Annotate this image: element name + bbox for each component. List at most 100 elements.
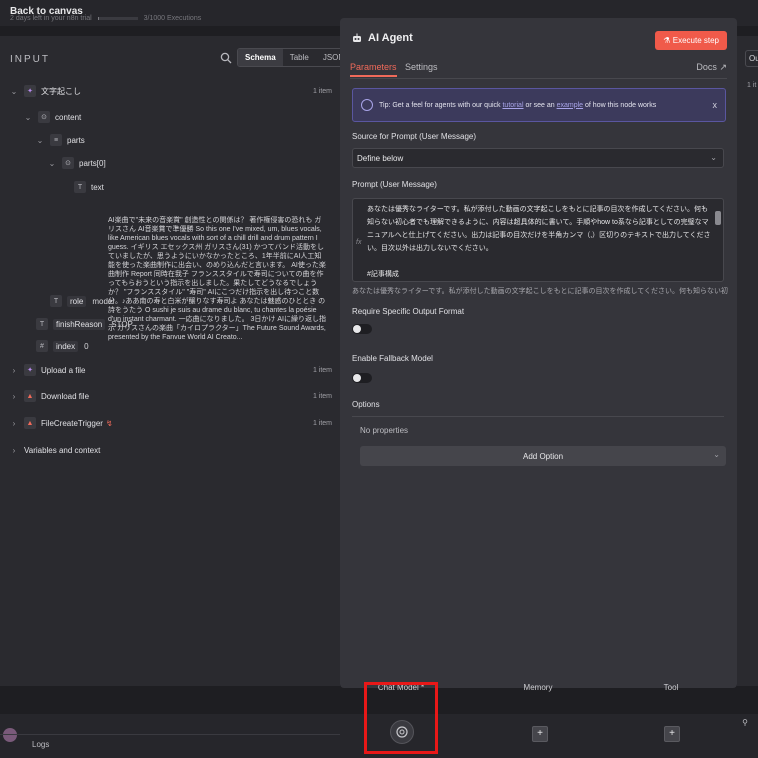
example-link[interactable]: example — [557, 102, 583, 109]
node-title-text: AI Agent — [368, 32, 413, 44]
field-label: index — [53, 340, 79, 352]
add-memory-button[interactable]: + — [532, 726, 548, 742]
chevron-down-icon[interactable]: ⌄ — [36, 136, 44, 145]
string-type-icon: T — [74, 181, 86, 193]
tree-node-file-create-trigger[interactable]: › ▲ FileCreateTrigger ↯ 1 item — [10, 416, 340, 430]
chevron-down-icon[interactable]: ⌄ — [48, 159, 56, 168]
node-tabs: Parameters Settings Docs ↗ — [350, 62, 727, 79]
search-icon[interactable] — [220, 52, 232, 64]
node-icon: ✦ — [24, 364, 36, 376]
scrollbar-thumb[interactable] — [715, 211, 721, 225]
array-icon: ≡ — [50, 134, 62, 146]
executions-text: 3/1000 Executions — [143, 15, 202, 22]
robot-icon — [353, 33, 361, 42]
prompt-label: Prompt (User Message) — [352, 180, 437, 189]
options-label: Options — [352, 400, 380, 409]
tree-field-index[interactable]: # index 0 — [36, 339, 89, 353]
node-settings-panel: AI Agent ⚗ Execute step Parameters Setti… — [340, 18, 737, 688]
add-option-label: Add Option — [522, 451, 564, 461]
chat-model-highlight-box — [364, 682, 438, 754]
add-option-button[interactable]: Add Option ⌄ — [360, 446, 726, 466]
tree-field-parts-0[interactable]: ⌄ ⊙ parts[0] — [48, 156, 106, 170]
object-icon: ⊙ — [62, 157, 74, 169]
input-panel-title: INPUT — [10, 54, 50, 65]
tab-schema[interactable]: Schema — [238, 49, 283, 66]
tip-middle: or see an — [525, 101, 555, 109]
docs-label: Docs — [696, 62, 717, 72]
info-icon — [361, 99, 373, 111]
expression-fx-icon[interactable]: fx — [356, 239, 361, 246]
string-type-icon: T — [36, 318, 48, 330]
options-divider — [352, 416, 724, 417]
memory-connector-label: Memory — [523, 683, 553, 692]
output-button[interactable]: Ou — [745, 50, 758, 67]
require-format-toggle[interactable] — [352, 324, 372, 334]
source-prompt-label: Source for Prompt (User Message) — [352, 132, 477, 141]
tip-text: Tip: Get a feel for agents with our quic… — [379, 102, 656, 109]
tree-field-finish-reason[interactable]: T finishReason STOP — [36, 317, 133, 331]
tree-field-content[interactable]: ⌄ ⊙ content — [24, 110, 81, 124]
tree-node-transcription[interactable]: ⌄ ✦ 文字起こし 1 item — [10, 84, 340, 98]
node-icon: ✦ — [24, 85, 36, 97]
tip-prefix: Tip: Get a feel for agents with our quic… — [379, 101, 501, 109]
fallback-model-toggle[interactable] — [352, 373, 372, 383]
close-icon[interactable]: x — [713, 100, 718, 110]
docs-link[interactable]: Docs ↗ — [696, 62, 727, 73]
tree-node-label: Variables and context — [24, 445, 101, 455]
fallback-model-label: Enable Fallback Model — [352, 354, 433, 363]
output-item-count: 1 it — [747, 82, 757, 89]
chevron-right-icon[interactable]: › — [10, 446, 18, 455]
source-prompt-value: Define below — [357, 153, 404, 163]
avatar[interactable] — [3, 728, 17, 742]
pin-icon[interactable]: ⚲ — [742, 718, 748, 727]
tree-field-text[interactable]: T text — [74, 180, 104, 194]
chevron-down-icon[interactable]: ⌄ — [24, 113, 32, 122]
chevron-right-icon[interactable]: › — [10, 419, 18, 428]
chevron-down-icon: ⌄ — [713, 450, 720, 459]
add-tool-button[interactable]: + — [664, 726, 680, 742]
tree-node-download-file[interactable]: › ▲ Download file 1 item — [10, 389, 340, 403]
string-type-icon: T — [50, 295, 62, 307]
logs-toggle[interactable]: Logs — [32, 740, 49, 749]
executions-progress-bar — [97, 16, 138, 20]
chevron-right-icon[interactable]: › — [10, 366, 18, 375]
prompt-textarea[interactable]: fx あなたは優秀なライターです。私が添付した動画の文字起こしをもとに記事の目次… — [352, 198, 724, 282]
number-type-icon: # — [36, 340, 48, 352]
node-icon: ▲ — [24, 417, 36, 429]
trial-info: 2 days left in your n8n trial 3/1000 Exe… — [10, 15, 201, 22]
no-properties-text: No properties — [360, 426, 409, 435]
field-label: role — [67, 295, 87, 307]
node-icon: ▲ — [24, 390, 36, 402]
source-prompt-select[interactable]: Define below ⌄ — [352, 148, 724, 168]
object-icon: ⊙ — [38, 111, 50, 123]
tab-table[interactable]: Table — [283, 49, 316, 66]
field-value: model — [92, 296, 115, 306]
output-panel-edge: Ou 1 it — [737, 36, 758, 686]
tab-parameters[interactable]: Parameters — [350, 62, 397, 77]
item-count: 1 item — [312, 392, 332, 400]
prompt-scrollbar[interactable] — [715, 203, 721, 267]
item-count: 1 item — [312, 87, 332, 95]
flask-icon: ⚗ — [663, 36, 673, 45]
prompt-text: あなたは優秀なライターです。私が添付した動画の文字起こしをもとに記事の目次を作成… — [367, 206, 711, 278]
tree-node-variables[interactable]: › Variables and context — [10, 443, 101, 457]
chevron-down-icon: ⌄ — [710, 153, 717, 162]
input-view-tabs: Schema Table JSON — [237, 48, 353, 67]
text-field-value: AI楽曲で"未来の音楽賞" 創造性との関係は？ 著作権侵害の恐れも ガリスさん … — [108, 217, 326, 341]
tool-connector-label: Tool — [663, 683, 679, 692]
toggle-knob — [353, 325, 361, 333]
tree-node-upload-file[interactable]: › ✦ Upload a file 1 item — [10, 363, 340, 377]
tab-settings[interactable]: Settings — [405, 62, 438, 72]
field-value: STOP — [111, 319, 133, 329]
trigger-bolt-icon: ↯ — [105, 418, 113, 428]
chevron-down-icon[interactable]: ⌄ — [10, 87, 18, 96]
tip-suffix: of how this node works — [585, 101, 657, 109]
execute-step-label: Execute step — [672, 36, 719, 45]
execute-step-button[interactable]: ⚗ Execute step — [655, 31, 727, 50]
external-link-icon: ↗ — [719, 62, 727, 72]
tree-field-parts[interactable]: ⌄ ≡ parts — [36, 133, 85, 147]
field-label: parts[0] — [79, 158, 106, 168]
tutorial-link[interactable]: tutorial — [502, 102, 523, 109]
chevron-right-icon[interactable]: › — [10, 392, 18, 401]
tree-field-role[interactable]: T role model — [50, 294, 114, 308]
